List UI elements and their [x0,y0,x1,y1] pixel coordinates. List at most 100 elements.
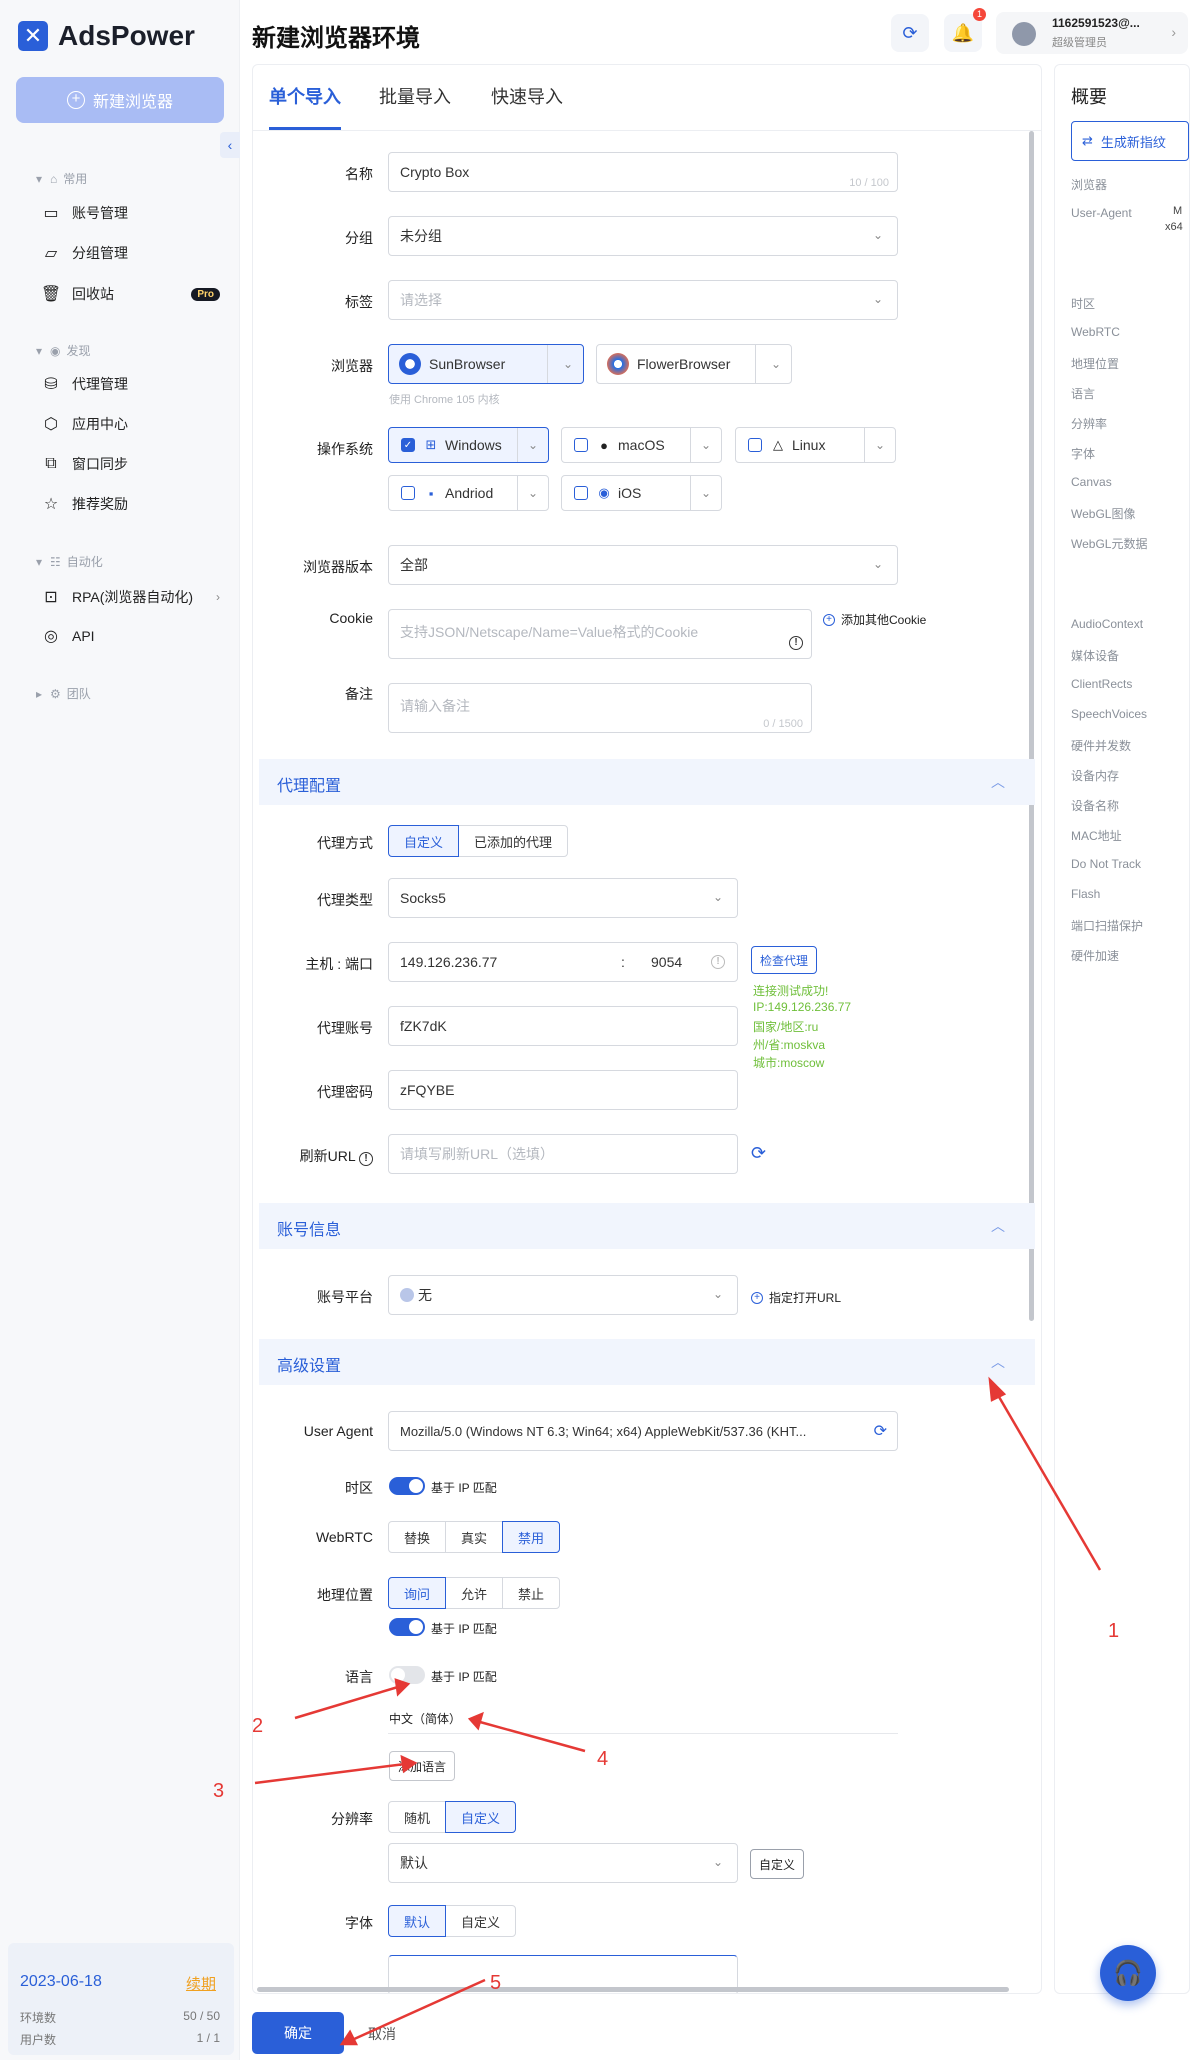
proxy-account-input[interactable]: fZK7dK [388,1006,738,1046]
font-custom[interactable]: 自定义 [445,1905,517,1937]
timezone-toggle[interactable] [389,1477,425,1495]
summary-title: 概要 [1071,87,1107,107]
new-browser-button[interactable]: + 新建浏览器 [16,77,224,123]
sidebar-item-account-manage[interactable]: ▭ 账号管理 [40,199,220,227]
chevron-down-icon: ⌄ [872,292,883,306]
chevron-down-icon: ⌄ [770,357,781,371]
resolution-random[interactable]: 随机 [388,1801,447,1833]
sidebar-item-label: 分组管理 [72,245,128,261]
nav-group-discover[interactable]: ▾ ◉ 发现 [36,342,91,359]
geo-ask[interactable]: 询问 [388,1577,447,1609]
os-windows-option[interactable]: ✓ ⊞ Windows ⌄ [388,427,549,463]
proxy-method-saved[interactable]: 已添加的代理 [458,825,569,857]
sync-icon[interactable]: ⟳ [891,14,929,52]
advanced-section-header[interactable]: 高级设置 ︿ [259,1339,1035,1385]
horizontal-scrollbar[interactable] [257,1987,1009,1992]
sunbrowser-option[interactable]: SunBrowser ⌄ [388,344,584,384]
platform-select[interactable]: 无 ⌄ [388,1275,738,1315]
support-icon[interactable]: 🎧 [1100,1945,1156,2001]
proxy-port-value[interactable]: 9054 [651,954,682,970]
webrtc-disabled[interactable]: 禁用 [502,1521,561,1553]
remark-label: 备注 [345,686,373,702]
user-name: 1162591523@... [1052,16,1140,30]
divider [690,476,691,510]
sidebar-item-app-center[interactable]: ⬡ 应用中心 [40,410,220,438]
flowerbrowser-option[interactable]: FlowerBrowser ⌄ [596,344,792,384]
refresh-icon[interactable]: ⟳ [751,1143,766,1164]
proxy-type-select[interactable]: Socks5 ⌄ [388,878,738,918]
sidebar-item-window-sync[interactable]: ⧉ 窗口同步 [40,450,220,478]
proxy-method-custom[interactable]: 自定义 [388,825,460,857]
confirm-button[interactable]: 确定 [252,2012,344,2054]
os-windows-label: Windows [445,437,502,453]
refresh-icon[interactable]: ⟳ [874,1421,887,1441]
tab-batch-import[interactable]: 批量导入 [379,83,451,109]
check-proxy-button[interactable]: 检查代理 [751,946,818,974]
sidebar-item-label: 应用中心 [72,416,128,432]
import-tabs: 单个导入 批量导入 快速导入 [253,65,1041,131]
font-default[interactable]: 默认 [388,1905,447,1937]
user-agent-input[interactable]: Mozilla/5.0 (Windows NT 6.3; Win64; x64)… [388,1411,898,1451]
proxy-icon: ⛁ [44,376,58,393]
tag-label: 标签 [345,294,373,310]
webrtc-real[interactable]: 真实 [445,1521,504,1553]
webrtc-label: WebRTC [315,1529,373,1545]
info-icon[interactable]: ! [359,1152,373,1166]
webrtc-replace[interactable]: 替换 [388,1521,447,1553]
geo-block[interactable]: 禁止 [502,1577,561,1609]
user-menu[interactable]: 1162591523@... 超级管理员 › [996,12,1188,54]
os-linux-option[interactable]: △ Linux ⌄ [735,427,896,463]
summary-item: 分辨率 [1071,417,1108,431]
language-toggle[interactable] [389,1666,425,1684]
generate-fingerprint-button[interactable]: ⇄ 生成新指纹 [1071,121,1189,161]
checkbox-icon [574,486,588,500]
name-input[interactable]: Crypto Box 10 / 100 [388,152,898,192]
proxy-host-input[interactable]: 149.126.236.77 : 9054 ! [388,942,738,982]
sidebar-item-recycle-bin[interactable]: 🗑 回收站 Pro [40,280,220,308]
logo[interactable]: ✕ AdsPower [18,20,195,52]
geolocation-toggle[interactable] [389,1618,425,1636]
tab-single-import[interactable]: 单个导入 [269,83,341,109]
group-select[interactable]: 未分组 ⌄ [388,216,898,256]
renew-link[interactable]: 续期 [186,1973,216,1994]
proxy-section-header[interactable]: 代理配置 ︿ [259,759,1035,805]
add-language-button[interactable]: 添加语言 [389,1751,456,1781]
cancel-button[interactable]: 取消 [368,2024,396,2044]
add-cookie-link[interactable]: + 添加其他Cookie [823,611,926,628]
sidebar-item-proxy-manage[interactable]: ⛁ 代理管理 [40,370,220,398]
browser-version-select[interactable]: 全部 ⌄ [388,545,898,585]
timezone-label: 时区 [345,1480,373,1496]
vertical-scrollbar[interactable] [1029,131,1034,1321]
chevron-down-icon: ⌄ [872,557,883,571]
resolution-custom-button[interactable]: 自定义 [750,1849,805,1879]
ua-summary-value: x64 [1165,221,1183,233]
sidebar-item-referral[interactable]: ☆ 推荐奖励 [40,490,220,518]
user-count-row: 用户数 1 / 1 [20,2031,220,2048]
nav-group-team[interactable]: ▸ ⚙ 团队 [36,685,91,702]
proxy-password-input[interactable]: zFQYBE [388,1070,738,1110]
resolution-select[interactable]: 默认 ⌄ [388,1843,738,1883]
plus-icon: + [66,91,85,109]
open-url-link[interactable]: + 指定打开URL [751,1289,841,1306]
platform-label: 账号平台 [317,1289,373,1305]
tab-quick-import[interactable]: 快速导入 [491,83,563,109]
cookie-textarea[interactable]: 支持JSON/Netscape/Name=Value格式的Cookie! [388,609,812,659]
remark-textarea[interactable]: 请输入备注 0 / 1500 [388,683,812,733]
chevron-right-icon: › [216,590,220,604]
account-info-section-header[interactable]: 账号信息 ︿ [259,1203,1035,1249]
tag-select[interactable]: 请选择 ⌄ [388,280,898,320]
refresh-url-input[interactable]: 请填写刷新URL（选填） [388,1134,738,1174]
sidebar-item-rpa[interactable]: ⊡ RPA(浏览器自动化) › [40,583,220,611]
page-title: 新建浏览器环境 [252,25,420,52]
os-android-option[interactable]: ▪ Andriod ⌄ [388,475,549,511]
collapse-sidebar-icon[interactable]: ‹ [220,132,240,158]
sidebar-item-api[interactable]: ◎ API [40,622,220,650]
os-ios-option[interactable]: ◉ iOS ⌄ [561,475,722,511]
bell-icon[interactable]: 🔔 1 [944,8,986,52]
sidebar-item-group-manage[interactable]: ▱ 分组管理 [40,239,220,267]
nav-group-automation[interactable]: ▾ ☷ 自动化 [36,553,103,570]
nav-group-common[interactable]: ▾ ⌂ 常用 [36,170,87,187]
geo-allow[interactable]: 允许 [445,1577,504,1609]
resolution-custom[interactable]: 自定义 [445,1801,517,1833]
os-macos-option[interactable]: ● macOS ⌄ [561,427,722,463]
